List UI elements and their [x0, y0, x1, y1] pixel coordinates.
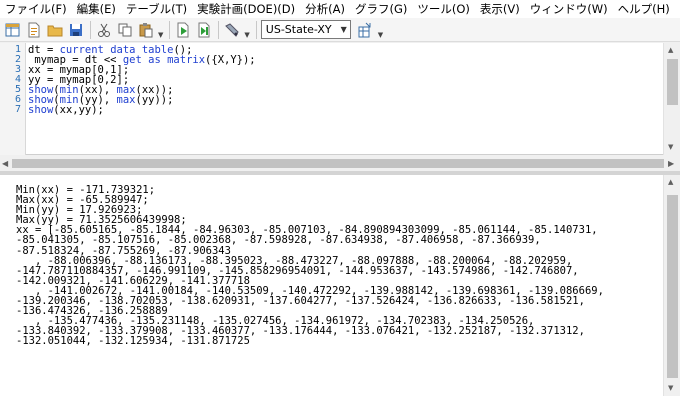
- scroll-up-icon[interactable]: ▲: [668, 46, 673, 54]
- copy-icon[interactable]: [116, 21, 134, 39]
- script-vertical-scrollbar[interactable]: ▲ ▼: [663, 43, 680, 155]
- line-number-gutter: 1 2 3 4 5 6 7: [0, 43, 26, 155]
- script-horizontal-scrollbar[interactable]: ◀ ▶: [0, 156, 680, 171]
- menu-graph[interactable]: グラフ(G): [350, 0, 412, 18]
- toolbar: ▼ ▼ US-State-XY ▼ ▼: [0, 18, 680, 42]
- open-folder-icon[interactable]: [46, 21, 64, 39]
- toolbar-separator: [169, 20, 171, 39]
- run-script-icon[interactable]: [174, 21, 192, 39]
- scrollbar-thumb[interactable]: [667, 195, 678, 378]
- toolbar-separator: [218, 20, 220, 39]
- new-script-icon[interactable]: [25, 21, 43, 39]
- menu-tools[interactable]: ツール(O): [412, 0, 475, 18]
- paste-dropdown-icon[interactable]: ▼: [158, 31, 163, 39]
- data-table-selector-value: US-State-XY: [265, 23, 332, 36]
- table-icon[interactable]: [357, 21, 375, 39]
- menu-analyze[interactable]: 分析(A): [300, 0, 350, 18]
- debug-script-icon[interactable]: [195, 21, 213, 39]
- scroll-up-icon[interactable]: ▲: [668, 178, 673, 186]
- scrollbar-thumb[interactable]: [667, 59, 678, 105]
- log-output[interactable]: Min(xx) = -171.739321; Max(xx) = -65.5899…: [0, 175, 680, 396]
- tools-dropdown-icon[interactable]: ▼: [244, 31, 249, 39]
- scroll-right-icon[interactable]: ▶: [668, 159, 674, 168]
- paste-icon[interactable]: [137, 21, 155, 39]
- toolbar-separator: [255, 20, 257, 39]
- log-line: -132.051044, -132.125934, -131.871725: [16, 335, 250, 348]
- menu-doe[interactable]: 実験計画(DOE)(D): [192, 0, 300, 18]
- script-line: show(xx,yy);: [28, 104, 104, 116]
- toolbar-separator: [90, 20, 91, 39]
- log-vertical-scrollbar[interactable]: ▲ ▼: [663, 175, 680, 396]
- scrollbar-thumb[interactable]: [12, 159, 664, 168]
- menu-window[interactable]: ウィンドウ(W): [525, 0, 613, 18]
- menu-help[interactable]: ヘルプ(H): [613, 0, 675, 18]
- save-icon[interactable]: [67, 21, 85, 39]
- scroll-down-icon[interactable]: ▼: [668, 384, 673, 392]
- log-text: Min(xx) = -171.739321; Max(xx) = -65.5899…: [16, 185, 666, 347]
- new-data-table-icon[interactable]: [4, 21, 22, 39]
- chevron-down-icon: ▼: [340, 25, 347, 34]
- cut-icon[interactable]: [95, 21, 113, 39]
- table-dropdown-icon[interactable]: ▼: [378, 31, 383, 39]
- line-number: 7: [14, 104, 21, 115]
- scroll-down-icon[interactable]: ▼: [668, 143, 673, 151]
- menu-table[interactable]: テーブル(T): [121, 0, 192, 18]
- menu-bar: ファイル(F) 編集(E) テーブル(T) 実験計画(DOE)(D) 分析(A)…: [0, 0, 680, 18]
- menu-file[interactable]: ファイル(F): [0, 0, 72, 18]
- script-editor[interactable]: 1 2 3 4 5 6 7 dt = current data table();…: [0, 43, 680, 155]
- scroll-left-icon[interactable]: ◀: [2, 159, 8, 168]
- menu-edit[interactable]: 編集(E): [72, 0, 121, 18]
- menu-view[interactable]: 表示(V): [475, 0, 525, 18]
- data-table-selector[interactable]: US-State-XY ▼: [260, 20, 351, 39]
- tools-icon[interactable]: [223, 21, 241, 39]
